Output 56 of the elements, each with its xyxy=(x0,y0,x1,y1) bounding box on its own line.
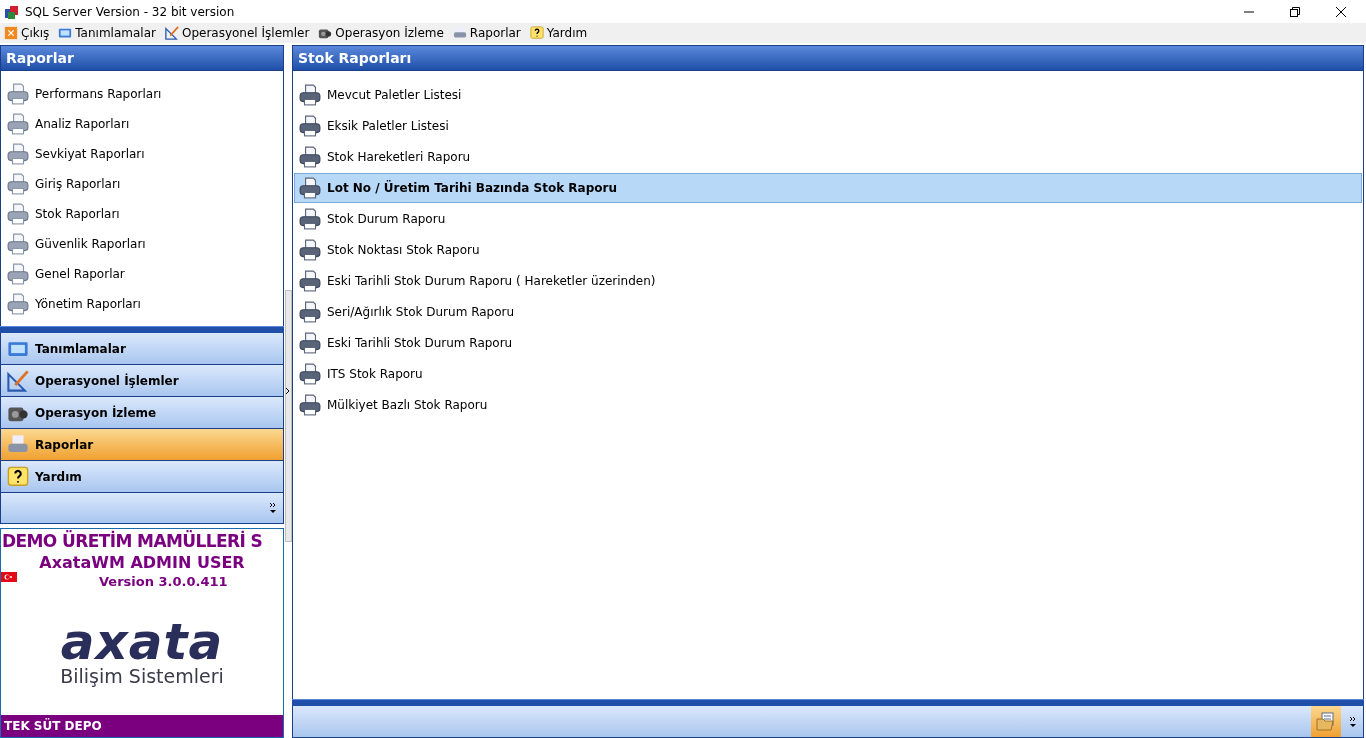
nav-button[interactable]: Operasyonel İşlemler xyxy=(0,365,284,397)
report-item[interactable]: Stok Durum Raporu xyxy=(294,204,1362,234)
chevron-menu-icon[interactable] xyxy=(1349,715,1357,728)
scrollbar[interactable] xyxy=(285,290,292,542)
report-item[interactable]: Stok Noktası Stok Raporu xyxy=(294,235,1362,265)
nav-button[interactable]: Yardım xyxy=(0,461,284,493)
version-text: Version 3.0.0.411 xyxy=(99,574,228,589)
nav-button[interactable]: Tanımlamalar xyxy=(0,333,284,365)
report-item[interactable]: Eski Tarihli Stok Durum Raporu ( Hareketler üzerinden) xyxy=(294,266,1362,296)
folder-document-icon xyxy=(1316,711,1336,732)
question-icon xyxy=(7,465,29,488)
nav-button[interactable]: Raporlar xyxy=(0,429,284,461)
menu-item[interactable]: Raporlar xyxy=(452,26,521,40)
report-item[interactable]: Stok Hareketleri Raporu xyxy=(294,142,1362,172)
question-icon xyxy=(529,26,544,40)
report-group-item[interactable]: Performans Raporları xyxy=(1,79,283,109)
close-icon[interactable] xyxy=(1336,6,1346,17)
report-group-item[interactable]: Stok Raporları xyxy=(1,199,283,229)
splitter-handle[interactable] xyxy=(292,699,1364,706)
ruler-pencil-icon xyxy=(164,26,179,40)
splitter-handle[interactable] xyxy=(0,326,284,333)
company-name: DEMO ÜRETİM MAMÜLLERİ S xyxy=(1,531,264,551)
report-item[interactable]: Mevcut Paletler Listesi xyxy=(294,80,1362,110)
chevron-menu-icon[interactable] xyxy=(269,502,277,514)
user-name: AxataWM ADMIN USER xyxy=(38,553,246,572)
report-item[interactable]: ITS Stok Raporu xyxy=(294,359,1362,389)
report-item[interactable]: Eksik Paletler Listesi xyxy=(294,111,1362,141)
report-item[interactable]: Mülkiyet Bazlı Stok Raporu xyxy=(294,390,1362,420)
logo-subtitle: Bilişim Sistemleri xyxy=(60,665,224,687)
report-item[interactable]: Seri/Ağırlık Stok Durum Raporu xyxy=(294,297,1362,327)
exit-icon xyxy=(4,26,18,40)
app-icon xyxy=(4,3,20,20)
open-report-button[interactable] xyxy=(1311,706,1341,737)
logo-wordmark: axata xyxy=(60,617,224,667)
report-item[interactable]: Lot No / Üretim Tarihi Bazında Stok Raporu xyxy=(294,173,1362,203)
report-group-item[interactable]: Yönetim Raporları xyxy=(1,289,283,319)
report-group-item[interactable]: Genel Raporlar xyxy=(1,259,283,289)
menu-item[interactable]: Çıkış xyxy=(4,26,50,40)
menu-item[interactable]: Tanımlamalar xyxy=(58,26,156,40)
nav-button[interactable]: Operasyon İzleme xyxy=(0,397,284,429)
report-group-item[interactable]: Güvenlik Raporları xyxy=(1,229,283,259)
chevron-right-icon[interactable] xyxy=(285,387,290,395)
menu-item[interactable]: Operasyonel İşlemler xyxy=(164,26,310,40)
window-title: SQL Server Version - 32 bit version xyxy=(25,4,235,19)
report-group-item[interactable]: Sevkiyat Raporları xyxy=(1,139,283,169)
panel-header: Stok Raporları xyxy=(292,45,1364,71)
report-group-item[interactable]: Analiz Raporları xyxy=(1,109,283,139)
report-item[interactable]: Eski Tarihli Stok Durum Raporu xyxy=(294,328,1362,358)
ruler-pencil-icon xyxy=(7,369,29,392)
report-group-item[interactable]: Giriş Raporları xyxy=(1,169,283,199)
restore-icon[interactable] xyxy=(1290,6,1300,17)
keyboard-icon xyxy=(58,26,73,40)
panel-header: Raporlar xyxy=(0,45,284,71)
menu-item[interactable]: Operasyon İzleme xyxy=(318,26,444,40)
depot-bar: TEK SÜT DEPO xyxy=(1,715,283,737)
menu-item[interactable]: Yardım xyxy=(529,26,588,40)
